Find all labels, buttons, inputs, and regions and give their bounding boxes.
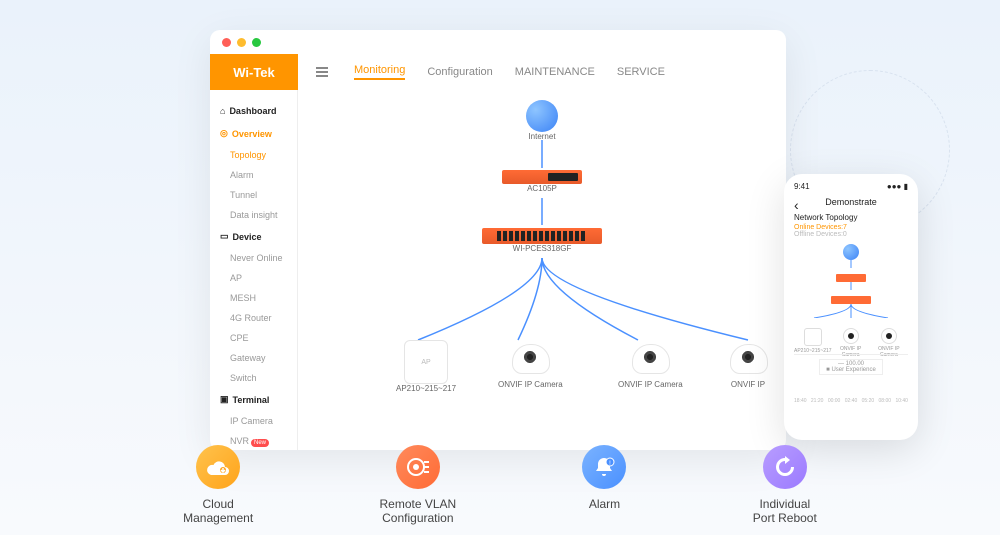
feature-cloud[interactable]: Cloud Management [183, 445, 253, 525]
sidebar-dashboard[interactable]: ⌂Dashboard [210, 100, 297, 122]
home-icon: ⌂ [220, 106, 225, 116]
main-tabs: Monitoring Configuration MAINTENANCE SER… [298, 54, 665, 90]
online-count: Online Devices:7 [794, 224, 908, 231]
sidebar-switch[interactable]: Switch [210, 368, 297, 388]
feature-row: Cloud Management Remote VLAN Configurati… [0, 445, 1000, 525]
sidebar-device[interactable]: ▭Device [210, 225, 297, 248]
app-header: Wi-Tek Monitoring Configuration MAINTENA… [210, 54, 786, 90]
sidebar-ap[interactable]: AP [210, 268, 297, 288]
tab-maintenance[interactable]: MAINTENANCE [515, 66, 595, 78]
camera-icon [510, 340, 550, 380]
sidebar-never-online[interactable]: Never Online [210, 248, 297, 268]
sidebar-terminal[interactable]: ▣Terminal [210, 388, 297, 411]
brand-logo: Wi-Tek [210, 54, 298, 90]
feature-reboot[interactable]: Individual Port Reboot [753, 445, 817, 525]
router-label: AC105P [502, 184, 582, 193]
camera-icon [843, 328, 859, 344]
router-icon [502, 170, 582, 184]
phone-topology: AP210~215~217 ONVIF IP Camera ONVIF IP C… [794, 244, 908, 354]
device-icon: ▭ [220, 231, 229, 242]
eye-icon: ◎ [220, 128, 228, 139]
feature-vlan[interactable]: Remote VLAN Configuration [379, 445, 456, 525]
app-window: Wi-Tek Monitoring Configuration MAINTENA… [210, 30, 786, 450]
node-internet[interactable]: Internet [526, 100, 558, 141]
globe-icon [526, 100, 558, 132]
mobile-preview: 9:41 ●●● ▮ ‹ Demonstrate Network Topolog… [784, 174, 918, 440]
sidebar-ip-camera[interactable]: IP Camera [210, 411, 297, 431]
node-camera-1[interactable]: ONVIF IP Camera [498, 340, 563, 389]
tab-monitoring[interactable]: Monitoring [354, 64, 405, 80]
close-icon[interactable] [222, 38, 231, 47]
node-router[interactable]: AC105P [502, 170, 582, 193]
chart-legend: — 100.00■ User Experience [819, 359, 883, 375]
window-titlebar [210, 30, 786, 54]
sidebar-data-insight[interactable]: Data insight [210, 205, 297, 225]
phone-indicators: ●●● ▮ [887, 182, 908, 191]
switch-icon [831, 296, 871, 304]
feature-label: Cloud Management [183, 497, 253, 525]
terminal-icon: ▣ [220, 394, 229, 405]
sidebar-mesh[interactable]: MESH [210, 288, 297, 308]
node-ap[interactable]: AP AP210~215~217 [396, 340, 456, 393]
chart-axis: 18:4021:2000:0002:4005:2008:0010:40 [794, 398, 908, 404]
feature-label: Alarm [582, 497, 626, 511]
feature-label: Remote VLAN Configuration [379, 497, 456, 525]
gear-icon [396, 445, 440, 489]
phone-statusbar: 9:41 ●●● ▮ [794, 182, 908, 191]
sidebar-4g-router[interactable]: 4G Router [210, 308, 297, 328]
phone-chart: — 100.00■ User Experience 18:4021:2000:0… [794, 354, 908, 404]
node-camera-2[interactable]: ONVIF IP Camera [618, 340, 683, 389]
phone-title: ‹ Demonstrate [794, 197, 908, 207]
camera-label: ONVIF IP Camera [618, 380, 683, 389]
switch-icon [482, 228, 602, 244]
maximize-icon[interactable] [252, 38, 261, 47]
camera-icon [728, 340, 768, 380]
topology-lines [298, 90, 786, 450]
internet-label: Internet [526, 132, 558, 141]
phone-section-title: Network Topology [794, 213, 908, 222]
minimize-icon[interactable] [237, 38, 246, 47]
refresh-icon [763, 445, 807, 489]
feature-alarm[interactable]: ! Alarm [582, 445, 626, 525]
cloud-icon [196, 445, 240, 489]
sidebar-alarm[interactable]: Alarm [210, 165, 297, 185]
ap-label: AP210~215~217 [396, 384, 456, 393]
bell-icon: ! [582, 445, 626, 489]
phone-time: 9:41 [794, 182, 810, 191]
sidebar-tunnel[interactable]: Tunnel [210, 185, 297, 205]
globe-icon [843, 244, 859, 260]
router-icon [836, 274, 866, 282]
ap-icon [804, 328, 822, 346]
tab-configuration[interactable]: Configuration [427, 66, 492, 78]
back-icon[interactable]: ‹ [794, 197, 799, 213]
sidebar-topology[interactable]: Topology [210, 145, 297, 165]
topology-canvas: Internet AC105P WI-PCES318GF AP AP210~21… [298, 90, 786, 450]
sidebar-overview[interactable]: ◎Overview [210, 122, 297, 145]
camera-icon [881, 328, 897, 344]
offline-count: Offline Devices:0 [794, 231, 908, 238]
switch-label: WI-PCES318GF [482, 244, 602, 253]
ap-icon: AP [404, 340, 448, 384]
camera-label: ONVIF IP [728, 380, 768, 389]
sidebar-cpe[interactable]: CPE [210, 328, 297, 348]
tab-service[interactable]: SERVICE [617, 66, 665, 78]
feature-label: Individual Port Reboot [753, 497, 817, 525]
camera-label: ONVIF IP Camera [498, 380, 563, 389]
sidebar-gateway[interactable]: Gateway [210, 348, 297, 368]
node-switch[interactable]: WI-PCES318GF [482, 228, 602, 253]
node-camera-3[interactable]: ONVIF IP [728, 340, 768, 389]
sidebar: ⌂Dashboard ◎Overview Topology Alarm Tunn… [210, 90, 298, 450]
camera-icon [630, 340, 670, 380]
menu-icon[interactable] [316, 67, 328, 77]
topology-lines [794, 304, 908, 318]
